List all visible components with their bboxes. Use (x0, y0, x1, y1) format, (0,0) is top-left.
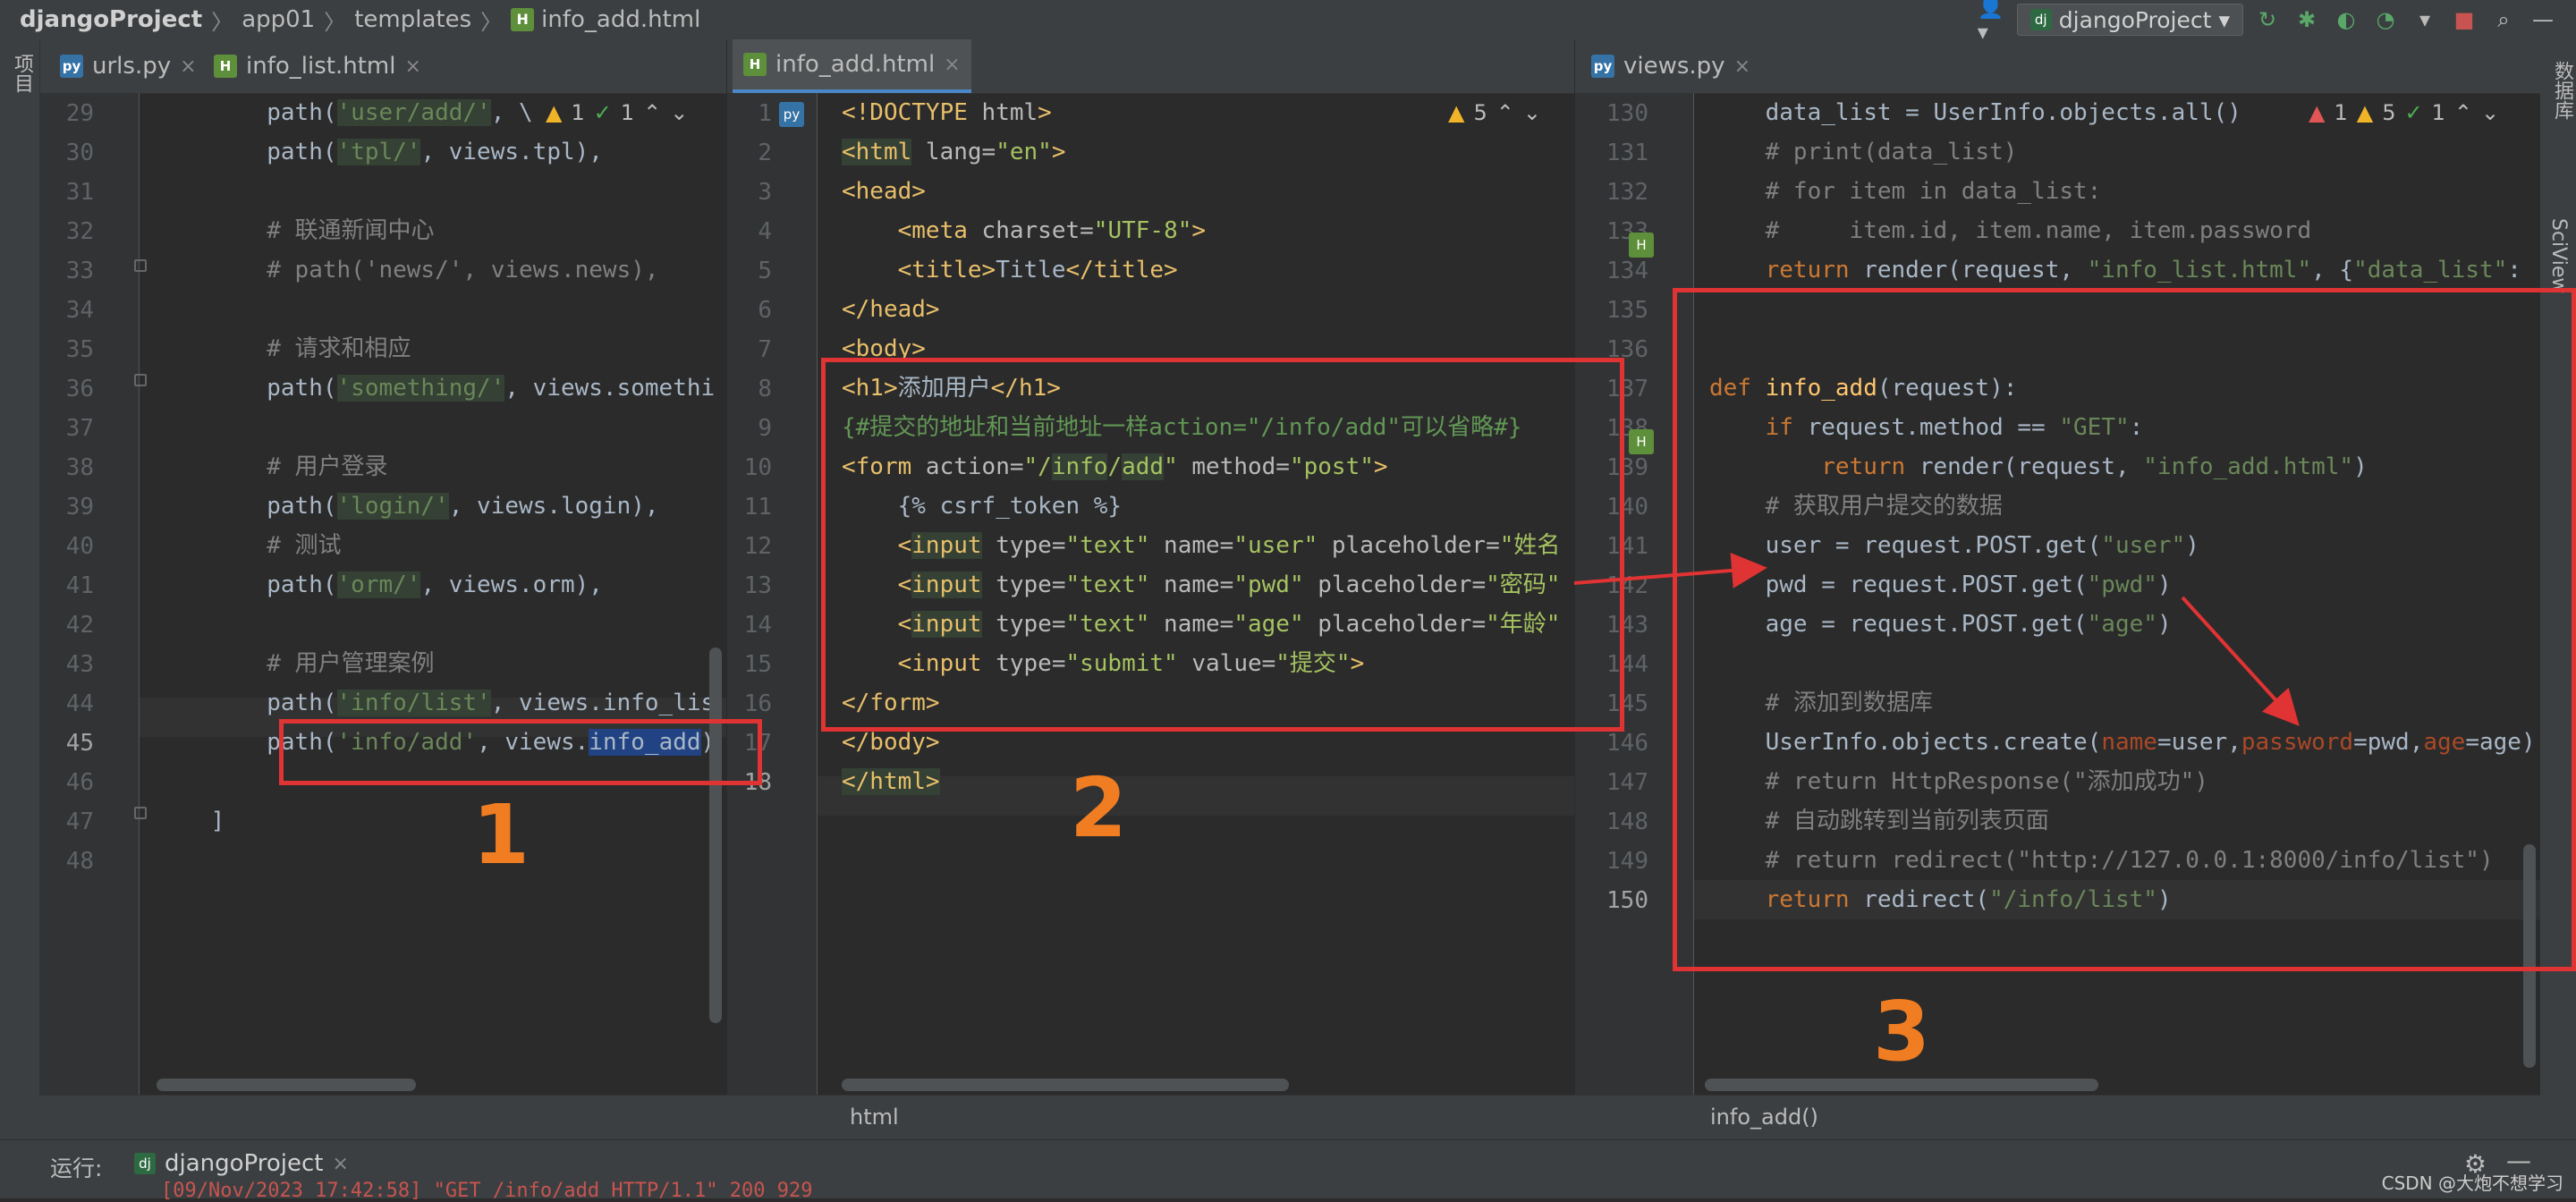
arrow-pwd-to-create (2181, 596, 2300, 726)
annotation-number-one: 1 (472, 787, 530, 883)
annotation-number-three: 3 (1873, 984, 1931, 1079)
arrow-form-to-view (1573, 552, 1767, 588)
annotation-arrows (1573, 552, 2300, 726)
annotation-number-two: 2 (1070, 760, 1128, 856)
